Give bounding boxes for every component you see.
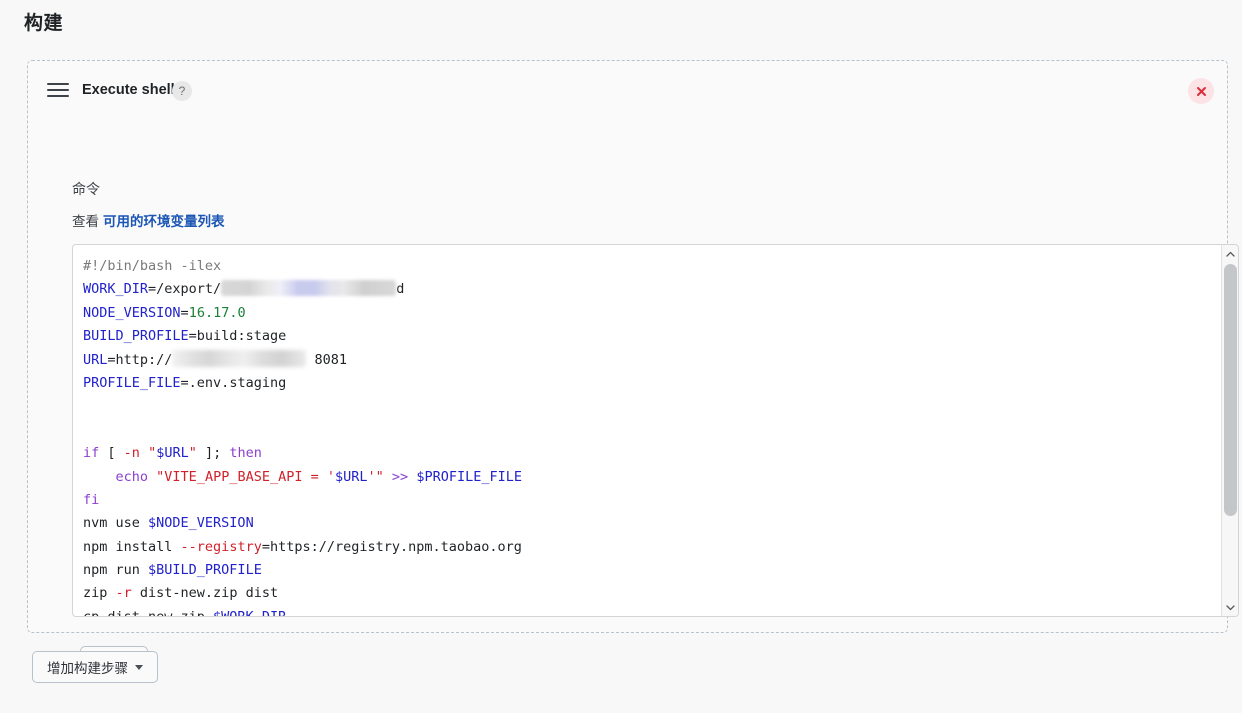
build-step-title: Execute shell: [82, 82, 175, 98]
code-line: npm install --registry=https://registry.…: [83, 538, 522, 555]
env-help-line: 查看 可用的环境变量列表: [72, 210, 225, 230]
code-line: fi: [83, 491, 100, 508]
scroll-down-button[interactable]: [1222, 599, 1238, 616]
code-line: nvm use $NODE_VERSION: [83, 515, 254, 532]
close-x-icon: [1196, 86, 1206, 96]
build-step-header: Execute shell ?: [28, 61, 1227, 121]
close-step-button[interactable]: [1188, 78, 1214, 104]
caret-down-icon: [135, 664, 143, 670]
code-line: zip -r dist-new.zip dist: [83, 585, 279, 602]
chevron-up-icon: [1226, 251, 1235, 257]
add-build-step-label: 增加构建步骤: [47, 661, 128, 676]
code-line: NODE_VERSION=16.17.0: [83, 304, 246, 321]
redacted-path: [221, 280, 397, 297]
code-line: #!/bin/bash -ilex: [83, 258, 222, 274]
shell-command-code[interactable]: #!/bin/bash -ilex WORK_DIR=/export/d NOD…: [73, 245, 1221, 616]
help-badge-icon[interactable]: ?: [172, 81, 192, 101]
env-variables-link[interactable]: 可用的环境变量列表: [103, 214, 225, 229]
code-line: PROFILE_FILE=.env.staging: [83, 374, 287, 391]
redacted-host: [172, 349, 307, 367]
page-title: 构建: [24, 13, 64, 34]
chevron-down-icon: [1226, 604, 1235, 610]
build-step-container: Execute shell ? 命令 查看 可用的环境变量列表 #!/bin/ba…: [27, 60, 1239, 678]
code-line: URL=http:// 8081: [83, 349, 348, 368]
add-build-step-button[interactable]: 增加构建步骤: [32, 651, 158, 683]
build-config-page: 构建 Execute shell ? 命令 查看 可用的环境变量列表 #!/bin…: [0, 0, 1242, 713]
scrollbar-thumb[interactable]: [1224, 264, 1237, 516]
command-field-label: 命令: [72, 181, 100, 197]
env-help-prefix: 查看: [72, 214, 99, 229]
scroll-up-button[interactable]: [1222, 245, 1238, 262]
hamburger-drag-icon[interactable]: [47, 83, 69, 97]
code-line: BUILD_PROFILE=build:stage: [83, 328, 287, 345]
code-line: cp dist-new.zip $WORK_DIR: [83, 606, 1221, 616]
code-line: npm run $BUILD_PROFILE: [83, 562, 262, 579]
shell-command-editor[interactable]: #!/bin/bash -ilex WORK_DIR=/export/d NOD…: [72, 244, 1239, 617]
code-line: if [ -n "$URL" ]; then: [83, 445, 262, 462]
code-line: echo "VITE_APP_BASE_API = '$URL'" >> $PR…: [115, 468, 522, 485]
editor-scrollbar[interactable]: [1221, 245, 1238, 616]
code-line: WORK_DIR=/export/d: [83, 280, 405, 298]
